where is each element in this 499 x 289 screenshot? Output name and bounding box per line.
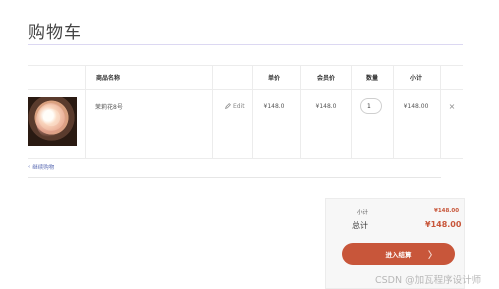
continue-shopping-link[interactable]: ‹ 继续购物 bbox=[28, 163, 54, 171]
unit-price: ¥148.0 bbox=[263, 102, 285, 110]
column-divider bbox=[85, 66, 86, 158]
summary-total-label: 总计 bbox=[352, 221, 368, 230]
column-divider bbox=[440, 66, 441, 158]
product-image[interactable] bbox=[28, 97, 77, 146]
edit-label: Edit bbox=[233, 102, 245, 110]
summary-subtotal-label: 小计 bbox=[357, 210, 369, 216]
header-product: 商品名称 bbox=[96, 75, 121, 82]
column-divider bbox=[393, 66, 394, 158]
close-icon[interactable]: × bbox=[449, 102, 456, 111]
page-title: 购物车 bbox=[28, 23, 82, 43]
pencil-icon bbox=[225, 103, 231, 109]
cart-table: 商品名称 单价 会员价 数量 小计 茉莉花8号 Edit ¥148.0 ¥148… bbox=[28, 65, 463, 159]
header-member-price: 会员价 bbox=[316, 75, 335, 82]
chevron-left-icon: ‹ bbox=[28, 164, 31, 170]
table-header-row: 商品名称 单价 会员价 数量 小计 bbox=[28, 66, 463, 90]
column-divider bbox=[300, 66, 301, 158]
checkout-label: 进入结算 bbox=[385, 251, 412, 259]
watermark: CSDN @加瓦程序设计师 bbox=[375, 275, 482, 286]
header-quantity: 数量 bbox=[365, 75, 378, 82]
lower-divider bbox=[28, 177, 441, 178]
summary-subtotal-value: ¥148.00 bbox=[434, 208, 460, 214]
column-divider bbox=[212, 66, 213, 158]
column-divider bbox=[351, 66, 352, 158]
edit-link[interactable]: Edit bbox=[225, 103, 245, 110]
product-name[interactable]: 茉莉花8号 bbox=[95, 89, 123, 123]
header-unit-price: 单价 bbox=[267, 75, 280, 82]
summary-total-value: ¥148.00 bbox=[425, 220, 462, 229]
checkout-button[interactable]: 进入结算 〉 bbox=[342, 243, 455, 265]
table-row: 茉莉花8号 Edit ¥148.0 ¥148.0 ¥148.00 × bbox=[28, 89, 463, 158]
chevron-right-icon: 〉 bbox=[427, 251, 437, 261]
header-subtotal: 小计 bbox=[409, 75, 422, 82]
row-subtotal: ¥148.00 bbox=[403, 102, 429, 110]
quantity-input[interactable] bbox=[360, 98, 382, 114]
title-divider bbox=[28, 44, 463, 45]
member-price: ¥148.0 bbox=[315, 102, 337, 110]
continue-shopping-label: 继续购物 bbox=[32, 165, 55, 171]
column-divider bbox=[252, 66, 253, 158]
